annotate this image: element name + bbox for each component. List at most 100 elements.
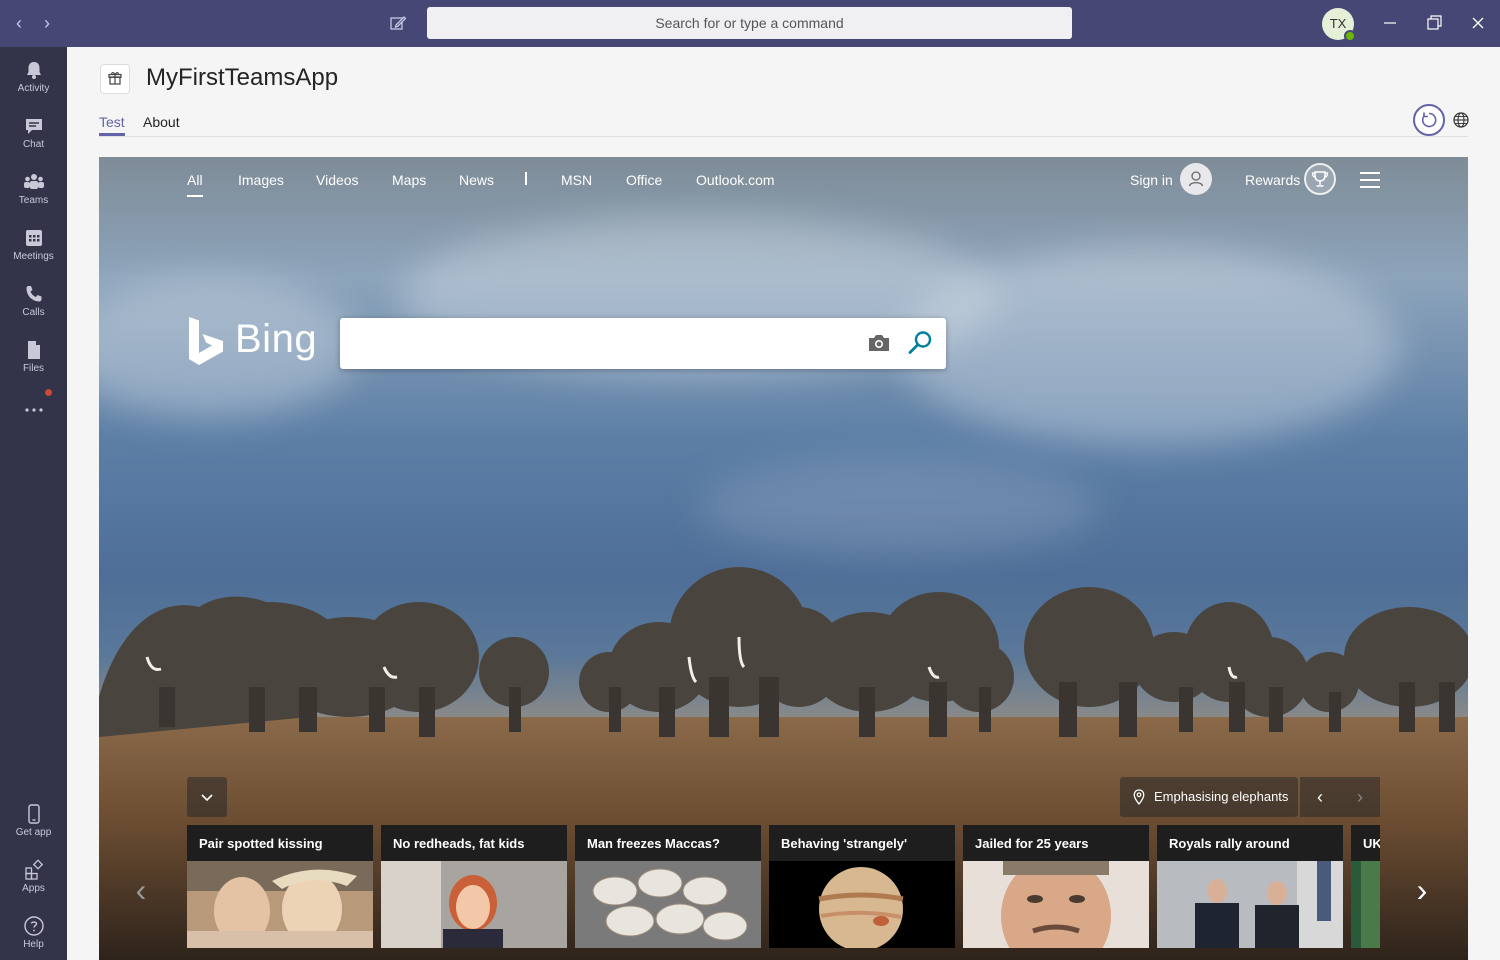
rewards-trophy-icon[interactable] [1304, 163, 1336, 195]
news-card[interactable]: Royals rally around [1157, 825, 1343, 948]
news-title: Behaving 'strangely' [781, 836, 908, 851]
chevron-down-icon [201, 794, 213, 802]
news-thumbnail [963, 861, 1149, 948]
tab-test[interactable]: Test [99, 114, 125, 136]
forward-icon[interactable]: › [38, 14, 56, 32]
tab-divider [99, 136, 1468, 137]
bing-nav-maps[interactable]: Maps [392, 172, 426, 188]
help-icon [23, 916, 44, 936]
phone-icon [26, 286, 41, 302]
rail-label: Get app [15, 827, 52, 838]
bell-icon [26, 62, 41, 79]
news-thumbnail [575, 861, 761, 948]
rail-label: Activity [17, 83, 50, 94]
camera-icon[interactable] [866, 332, 892, 354]
app-title: MyFirstTeamsApp [146, 64, 339, 91]
bing-logo-icon [189, 317, 223, 365]
bing-nav-images[interactable]: Images [238, 172, 284, 188]
news-title: UK [1363, 836, 1380, 851]
news-title: Man freezes Maccas? [587, 836, 720, 851]
next-image-button[interactable]: › [1340, 777, 1380, 817]
news-title: No redheads, fat kids [393, 836, 525, 851]
rail-label: Chat [22, 139, 45, 150]
app-rail: Activity Chat Teams Meetings Calls Files… [0, 47, 67, 960]
back-icon[interactable]: ‹ [10, 14, 28, 32]
news-thumbnail [769, 861, 955, 948]
rail-label: Teams [18, 195, 49, 206]
rail-item-calls[interactable]: Calls [0, 279, 67, 331]
bing-nav-all[interactable]: All [187, 172, 203, 197]
compose-icon[interactable] [389, 14, 409, 34]
location-pin-icon [1133, 789, 1145, 805]
rail-label: Help [23, 939, 44, 950]
device-icon [27, 804, 40, 824]
rail-label: Meetings [13, 251, 54, 262]
collapse-button[interactable] [187, 777, 227, 817]
chat-icon [25, 119, 42, 134]
rail-item-help[interactable]: Help [0, 911, 67, 960]
rail-label: Apps [22, 883, 45, 894]
bing-search-box[interactable] [340, 318, 946, 369]
news-card[interactable]: Pair spotted kissing [187, 825, 373, 948]
title-bar: ‹ › Search for or type a command TX [0, 0, 1500, 47]
more-apps-button[interactable] [0, 399, 67, 423]
avatar-initials: TX [1329, 16, 1347, 31]
news-card[interactable]: Man freezes Maccas? [575, 825, 761, 948]
rail-item-apps[interactable]: Apps [0, 855, 67, 907]
calendar-icon [25, 230, 42, 246]
news-thumbnail [1351, 861, 1380, 948]
rail-item-get-app[interactable]: Get app [0, 799, 67, 851]
rewards-link[interactable]: Rewards [1245, 172, 1300, 188]
news-card[interactable]: No redheads, fat kids [381, 825, 567, 948]
rail-item-teams[interactable]: Teams [0, 167, 67, 219]
rail-item-activity[interactable]: Activity [0, 55, 67, 107]
bing-nav-office[interactable]: Office [626, 172, 662, 188]
news-card[interactable]: Behaving 'strangely' [769, 825, 955, 948]
teams-icon [23, 174, 44, 189]
news-thumbnail [1157, 861, 1343, 948]
user-icon[interactable] [1180, 163, 1212, 195]
restore-button[interactable] [1422, 12, 1446, 34]
reload-button[interactable] [1413, 104, 1445, 136]
news-thumbnail [381, 861, 567, 948]
bing-search-input[interactable] [354, 330, 854, 356]
notification-dot [45, 389, 52, 396]
bing-nav-msn[interactable]: MSN [561, 172, 592, 188]
carousel-next-icon[interactable]: › [1410, 870, 1434, 910]
close-button[interactable] [1466, 12, 1490, 34]
bing-homepage: All Images Videos Maps News MSN Office O… [99, 157, 1468, 960]
nav-separator [525, 172, 527, 185]
search-icon[interactable] [906, 329, 934, 357]
image-caption: Emphasising elephants [1154, 789, 1289, 804]
carousel-prev-icon[interactable]: ‹ [129, 870, 153, 910]
rail-item-meetings[interactable]: Meetings [0, 223, 67, 275]
hamburger-menu-icon[interactable] [1360, 172, 1380, 188]
tab-about[interactable]: About [143, 114, 180, 136]
minimize-button[interactable] [1378, 12, 1402, 34]
news-title: Pair spotted kissing [199, 836, 323, 851]
news-thumbnail [187, 861, 373, 948]
sign-in-link[interactable]: Sign in [1130, 172, 1173, 188]
avatar[interactable]: TX [1322, 8, 1356, 42]
rail-label: Calls [22, 307, 45, 318]
bing-wordmark: Bing [235, 317, 318, 361]
rail-label: Files [22, 363, 45, 374]
bing-nav-news[interactable]: News [459, 172, 494, 188]
reload-icon [1421, 112, 1437, 128]
file-icon [27, 341, 40, 359]
news-card[interactable]: Jailed for 25 years [963, 825, 1149, 948]
news-title: Jailed for 25 years [975, 836, 1089, 851]
app-gift-icon [100, 64, 130, 94]
rail-item-files[interactable]: Files [0, 335, 67, 387]
ellipsis-icon [24, 408, 43, 412]
bing-nav-videos[interactable]: Videos [316, 172, 359, 188]
apps-icon [24, 859, 43, 880]
command-search-input[interactable]: Search for or type a command [427, 7, 1072, 39]
news-title: Royals rally around [1169, 836, 1290, 851]
news-card[interactable]: UK [1351, 825, 1380, 948]
rail-item-chat[interactable]: Chat [0, 111, 67, 163]
bing-nav-outlook[interactable]: Outlook.com [696, 172, 775, 188]
image-info-button[interactable]: Emphasising elephants [1120, 777, 1298, 817]
previous-image-button[interactable]: ‹ [1300, 777, 1340, 817]
globe-icon[interactable] [1452, 111, 1470, 129]
